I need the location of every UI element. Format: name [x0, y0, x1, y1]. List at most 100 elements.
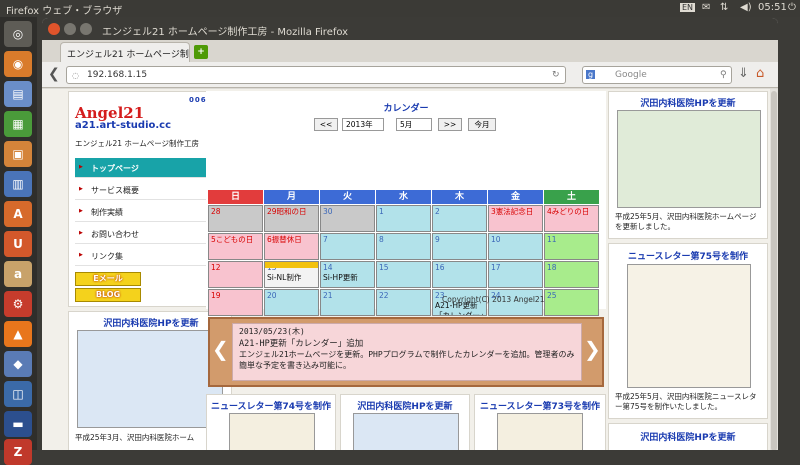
- today-marker: [265, 262, 318, 268]
- bottom-news-title-1[interactable]: ニュースレター第74号を制作: [207, 399, 335, 412]
- next-month-button[interactable]: >>: [438, 118, 462, 131]
- calendar-day-cell[interactable]: 15: [376, 261, 431, 288]
- ubuntu-one-icon[interactable]: U: [4, 231, 32, 257]
- minimize-icon[interactable]: [64, 23, 76, 35]
- calendar-day-cell[interactable]: 8: [376, 233, 431, 260]
- calendar-day-cell[interactable]: 22: [376, 289, 431, 316]
- right-news-title-1[interactable]: 沢田内科医院HPを更新: [609, 96, 767, 109]
- calendar-day-cell[interactable]: 10: [488, 233, 543, 260]
- prev-month-button[interactable]: <<: [314, 118, 338, 131]
- calendar-day-cell[interactable]: 29昭和の日: [264, 205, 319, 232]
- menu-works[interactable]: 制作実績: [75, 202, 223, 222]
- close-icon[interactable]: [48, 23, 60, 35]
- page-scrollbar[interactable]: [770, 89, 778, 450]
- amazon-icon[interactable]: a: [4, 261, 32, 287]
- app-icon[interactable]: ◆: [4, 351, 32, 377]
- calendar-day-cell[interactable]: 19: [208, 289, 263, 316]
- calendar-day-cell[interactable]: 9: [432, 233, 487, 260]
- search-go-icon[interactable]: ⚲: [720, 70, 727, 80]
- dash-icon[interactable]: ◎: [4, 21, 32, 47]
- right-news-card-2[interactable]: ニュースレター第75号を制作 平成25年5月、沢田内科医院ニュースレター第75号…: [608, 243, 768, 419]
- bottom-news-title-3[interactable]: ニュースレター第73号を制作: [475, 399, 605, 412]
- day-number: 29: [267, 207, 277, 216]
- calendar-day-cell[interactable]: 3憲法記念日: [488, 205, 543, 232]
- calendar-day-cell[interactable]: 21: [320, 289, 375, 316]
- firefox-icon[interactable]: ◉: [4, 51, 32, 77]
- mail-icon[interactable]: ✉: [702, 2, 710, 13]
- calendar-day-cell[interactable]: 5こどもの日: [208, 233, 263, 260]
- terminal-icon[interactable]: ▬: [4, 411, 32, 437]
- calendar-day-cell[interactable]: 17: [488, 261, 543, 288]
- maximize-icon[interactable]: [80, 23, 92, 35]
- day-number: 9: [435, 235, 440, 244]
- presentation-icon[interactable]: ▣: [4, 141, 32, 167]
- calendar-day-cell[interactable]: 4みどりの日: [544, 205, 599, 232]
- day-event: Si-NL制作: [267, 273, 302, 282]
- this-month-button[interactable]: 今月: [468, 118, 496, 131]
- menu-home[interactable]: トップページ: [75, 158, 223, 178]
- email-button[interactable]: Eメール: [75, 272, 141, 286]
- spreadsheet-icon[interactable]: ▦: [4, 111, 32, 137]
- site-identity-icon[interactable]: ◌: [72, 71, 79, 80]
- calendar-day-cell[interactable]: 14 Si-HP更新: [320, 261, 375, 288]
- calendar-day-cell[interactable]: 13Si-NL制作: [264, 261, 319, 288]
- right-news-title-3[interactable]: 沢田内科医院HPを更新: [609, 430, 767, 443]
- back-icon[interactable]: ❮: [48, 66, 60, 82]
- url-bar[interactable]: 192.168.1.15: [66, 66, 566, 84]
- right-news-title-2[interactable]: ニュースレター第75号を制作: [609, 249, 767, 262]
- reload-icon[interactable]: ↻: [552, 70, 560, 80]
- bottom-news-card-3[interactable]: ニュースレター第73号を制作: [474, 394, 606, 450]
- home-icon[interactable]: ⌂: [756, 66, 764, 81]
- chevron-left-icon[interactable]: ❮: [212, 337, 229, 361]
- volume-icon[interactable]: ◀): [740, 2, 752, 13]
- power-icon[interactable]: ⏻: [788, 2, 796, 13]
- new-tab-icon[interactable]: +: [194, 45, 208, 59]
- download-icon[interactable]: ⇓: [738, 66, 749, 81]
- files-icon[interactable]: ▤: [4, 81, 32, 107]
- clock[interactable]: 05:51: [758, 2, 787, 13]
- month-select[interactable]: 5月: [396, 118, 432, 131]
- calendar-day-cell[interactable]: 12: [208, 261, 263, 288]
- right-news-card-3[interactable]: 沢田内科医院HPを更新: [608, 423, 768, 450]
- calendar-day-cell[interactable]: 16: [432, 261, 487, 288]
- calendar-day-cell[interactable]: 6振替休日: [264, 233, 319, 260]
- calendar-day-cell[interactable]: 18: [544, 261, 599, 288]
- right-news-thumbnail-1[interactable]: [617, 110, 761, 208]
- software-center-icon[interactable]: A: [4, 201, 32, 227]
- screenshot-icon[interactable]: ◫: [4, 381, 32, 407]
- bottom-news-card-2[interactable]: 沢田内科医院HPを更新: [340, 394, 470, 450]
- calendar-day-cell[interactable]: 1: [376, 205, 431, 232]
- bottom-news-title-2[interactable]: 沢田内科医院HPを更新: [341, 399, 469, 412]
- vlc-icon[interactable]: ▲: [4, 321, 32, 347]
- keyboard-indicator[interactable]: EN: [680, 3, 696, 12]
- chevron-right-icon[interactable]: ❯: [584, 337, 601, 361]
- menu-contact[interactable]: お問い合わせ: [75, 224, 223, 244]
- settings-icon[interactable]: ⚙: [4, 291, 32, 317]
- calendar-day-cell[interactable]: 11: [544, 233, 599, 260]
- calendar-day-cell[interactable]: 20: [264, 289, 319, 316]
- right-news-thumbnail-2[interactable]: [627, 264, 751, 388]
- calendar-day-cell[interactable]: 7: [320, 233, 375, 260]
- bottom-news-card-1[interactable]: ニュースレター第74号を制作: [206, 394, 336, 450]
- day-number: 22: [379, 291, 389, 300]
- menu-services[interactable]: サービス概要: [75, 180, 223, 200]
- writer-icon[interactable]: ▥: [4, 171, 32, 197]
- calendar-day-cell[interactable]: 30: [320, 205, 375, 232]
- bottom-news-thumbnail-1[interactable]: [229, 413, 315, 450]
- browser-tab[interactable]: エンジェル21 ホームページ制作工房...: [60, 42, 190, 62]
- google-icon[interactable]: g: [586, 70, 596, 79]
- filezilla-icon[interactable]: Z: [4, 439, 32, 465]
- search-input[interactable]: Google: [582, 66, 732, 84]
- scrollbar-thumb[interactable]: [771, 91, 777, 450]
- network-icon[interactable]: ⇅: [720, 2, 728, 13]
- blog-button[interactable]: BLOG: [75, 288, 141, 302]
- left-news-thumbnail[interactable]: [77, 330, 223, 428]
- calendar-day-cell[interactable]: 28: [208, 205, 263, 232]
- calendar-day-cell[interactable]: 2: [432, 205, 487, 232]
- bottom-news-thumbnail-3[interactable]: [497, 413, 583, 450]
- calendar-day-cell[interactable]: 25: [544, 289, 599, 316]
- bottom-news-thumbnail-2[interactable]: [353, 413, 459, 450]
- year-select[interactable]: 2013年: [342, 118, 384, 131]
- right-news-card-1[interactable]: 沢田内科医院HPを更新 平成25年5月、沢田内科医院ホームページを更新しました。: [608, 91, 768, 239]
- menu-links[interactable]: リンク集: [75, 246, 223, 266]
